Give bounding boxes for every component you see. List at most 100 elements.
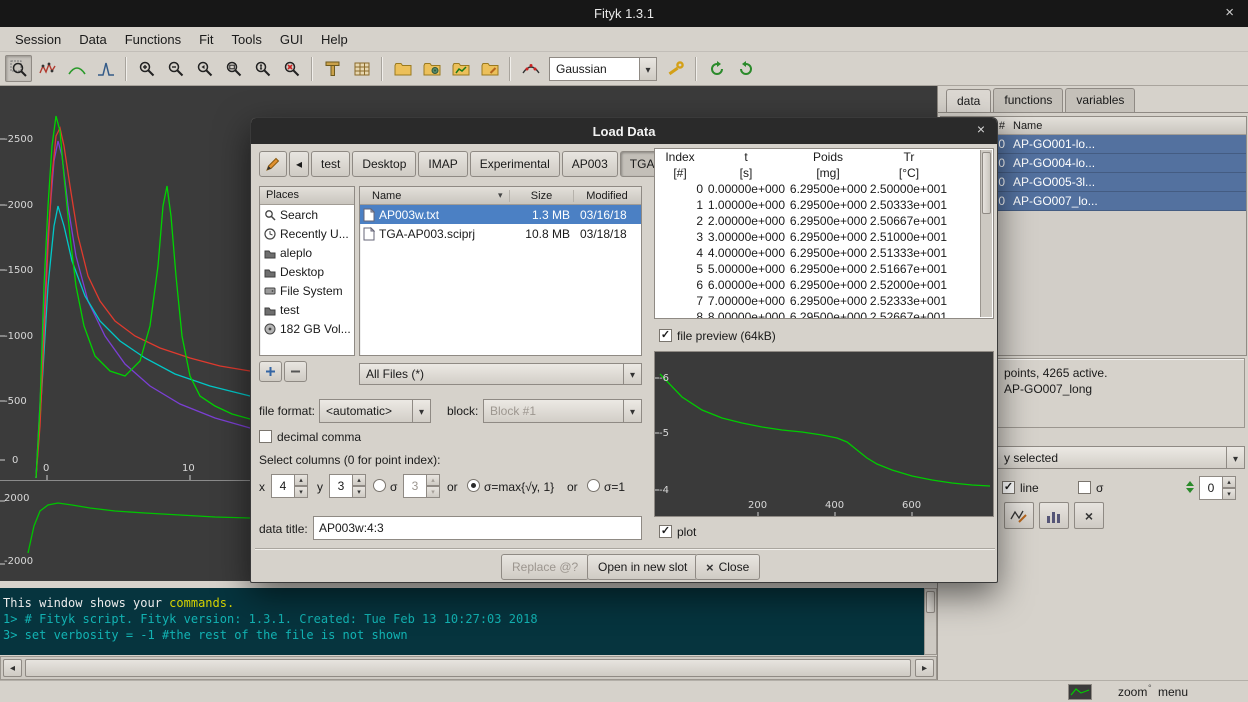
- decimal-comma-option[interactable]: decimal comma: [259, 429, 361, 444]
- menu-gui[interactable]: GUI: [271, 29, 312, 50]
- spin-up-icon[interactable]: [353, 474, 366, 486]
- view-data-button[interactable]: [1039, 502, 1069, 529]
- zoom-all-button[interactable]: [220, 55, 247, 82]
- place-item-volume[interactable]: 182 GB Vol...: [260, 319, 354, 338]
- file-row-selected[interactable]: AP003w.txt 1.3 MB 03/16/18: [360, 205, 641, 224]
- scroll-left-icon[interactable]: [3, 659, 22, 677]
- spin-down-icon[interactable]: [295, 486, 308, 498]
- define-function-button[interactable]: [662, 55, 689, 82]
- tab-data[interactable]: data: [946, 89, 991, 113]
- status-zoom-label[interactable]: zoom: [1118, 685, 1147, 699]
- point-size-spinner[interactable]: 0: [1199, 476, 1236, 500]
- edit-data-button[interactable]: [1004, 502, 1034, 529]
- replace-button[interactable]: Replace @?: [501, 554, 589, 580]
- table-row[interactable]: 77.00000e+0006.29500e+0002.52333e+001: [655, 293, 993, 309]
- datasheet-button[interactable]: [348, 55, 375, 82]
- menu-functions[interactable]: Functions: [116, 29, 190, 50]
- spin-up-icon[interactable]: [1223, 476, 1236, 488]
- table-row[interactable]: 00.00000e+0006.29500e+0002.50000e+001: [655, 181, 993, 197]
- file-preview-checkbox[interactable]: [659, 329, 672, 342]
- menu-data[interactable]: Data: [70, 29, 115, 50]
- fit-run-button[interactable]: [703, 55, 730, 82]
- spin-down-icon[interactable]: [353, 486, 366, 498]
- file-row[interactable]: TGA-AP003.sciprj 10.8 MB 03/18/18: [360, 224, 641, 243]
- sigma-column-radio[interactable]: [373, 479, 386, 492]
- table-row[interactable]: 44.00000e+0006.29500e+0002.51333e+001: [655, 245, 993, 261]
- data-editor-button[interactable]: [517, 55, 544, 82]
- session-log-button[interactable]: [476, 55, 503, 82]
- zoom-clear-button[interactable]: [278, 55, 305, 82]
- y-column-spinner[interactable]: 3: [329, 474, 366, 498]
- zoom-vertical-button[interactable]: [249, 55, 276, 82]
- tab-variables[interactable]: variables: [1065, 88, 1135, 112]
- spin-up-icon[interactable]: [295, 474, 308, 486]
- table-scrollbar[interactable]: [980, 150, 992, 317]
- scrollbar-thumb[interactable]: [926, 591, 935, 613]
- path-segment[interactable]: Desktop: [352, 151, 416, 177]
- dialog-close-button[interactable]: ×: [977, 121, 985, 137]
- place-item-home[interactable]: aleplo: [260, 243, 354, 262]
- data-title-input[interactable]: AP003w:4:3: [313, 516, 642, 540]
- column-header-size[interactable]: Size: [510, 190, 574, 202]
- scroll-right-icon[interactable]: [915, 659, 934, 677]
- table-row[interactable]: 33.00000e+0006.29500e+0002.51000e+001: [655, 229, 993, 245]
- table-row[interactable]: 11.00000e+0006.29500e+0002.50333e+001: [655, 197, 993, 213]
- close-button[interactable]: Close: [695, 554, 760, 580]
- table-row[interactable]: 88.00000e+0006.29500e+0002.52667e+001: [655, 309, 993, 319]
- spin-down-icon[interactable]: [1223, 488, 1236, 500]
- place-item-desktop[interactable]: Desktop: [260, 262, 354, 281]
- tab-functions[interactable]: functions: [993, 88, 1063, 112]
- table-row[interactable]: 22.00000e+0006.29500e+0002.50667e+001: [655, 213, 993, 229]
- path-segment[interactable]: Experimental: [470, 151, 560, 177]
- open-in-new-slot-button[interactable]: Open in new slot: [587, 554, 698, 580]
- menu-help[interactable]: Help: [312, 29, 357, 50]
- plot-checkbox[interactable]: [659, 525, 672, 538]
- data-range-button[interactable]: [34, 55, 61, 82]
- menu-tools[interactable]: Tools: [223, 29, 271, 50]
- path-segment[interactable]: AP003: [562, 151, 618, 177]
- zoom-out-button[interactable]: [162, 55, 189, 82]
- fit-continue-button[interactable]: [732, 55, 759, 82]
- remove-place-button[interactable]: [284, 361, 307, 382]
- export-image-button[interactable]: [447, 55, 474, 82]
- menu-fit[interactable]: Fit: [190, 29, 222, 50]
- file-format-combo[interactable]: <automatic>: [319, 399, 431, 423]
- path-segment[interactable]: test: [311, 151, 350, 177]
- zoom-mode-button[interactable]: [5, 55, 32, 82]
- column-header-modified[interactable]: Modified: [574, 190, 640, 202]
- delete-dataset-button[interactable]: ×: [1074, 502, 1104, 529]
- file-preview-option[interactable]: file preview (64kB): [659, 328, 776, 343]
- drafting-button[interactable]: [319, 55, 346, 82]
- plot-option[interactable]: plot: [659, 524, 696, 539]
- window-close-button[interactable]: ×: [1225, 4, 1234, 21]
- sigma-one-radio[interactable]: [587, 479, 600, 492]
- scrollbar-thumb[interactable]: [25, 659, 911, 677]
- baseline-button[interactable]: [63, 55, 90, 82]
- menu-session[interactable]: Session: [6, 29, 70, 50]
- x-column-spinner[interactable]: 4: [271, 474, 308, 498]
- path-back-button[interactable]: ◂: [289, 151, 309, 177]
- zoom-in-button[interactable]: [133, 55, 160, 82]
- zoom-previous-button[interactable]: [191, 55, 218, 82]
- column-header-name[interactable]: Name: [360, 190, 510, 202]
- sigma-checkbox[interactable]: [1078, 481, 1091, 494]
- sigma-max-radio[interactable]: [467, 479, 480, 492]
- command-scrollbar[interactable]: [924, 588, 937, 655]
- open-file-button[interactable]: [389, 55, 416, 82]
- function-type-combo[interactable]: Gaussian: [549, 57, 657, 81]
- type-filename-button[interactable]: [259, 151, 287, 177]
- scrollbar-thumb[interactable]: [982, 152, 991, 214]
- plot-thumbnail-button[interactable]: [1068, 684, 1092, 700]
- line-checkbox[interactable]: [1002, 481, 1015, 494]
- command-output[interactable]: This window shows your commands. 1> # Fi…: [0, 588, 937, 655]
- status-menu-label[interactable]: menu: [1158, 685, 1188, 699]
- horizontal-scrollbar[interactable]: [0, 656, 937, 680]
- place-item-filesystem[interactable]: File System: [260, 281, 354, 300]
- path-segment[interactable]: IMAP: [418, 151, 467, 177]
- add-place-button[interactable]: [259, 361, 282, 382]
- column-header-name[interactable]: Name: [1007, 120, 1042, 132]
- table-row[interactable]: 55.00000e+0006.29500e+0002.51667e+001: [655, 261, 993, 277]
- decimal-comma-checkbox[interactable]: [259, 430, 272, 443]
- place-item-test[interactable]: test: [260, 300, 354, 319]
- add-peak-button[interactable]: [92, 55, 119, 82]
